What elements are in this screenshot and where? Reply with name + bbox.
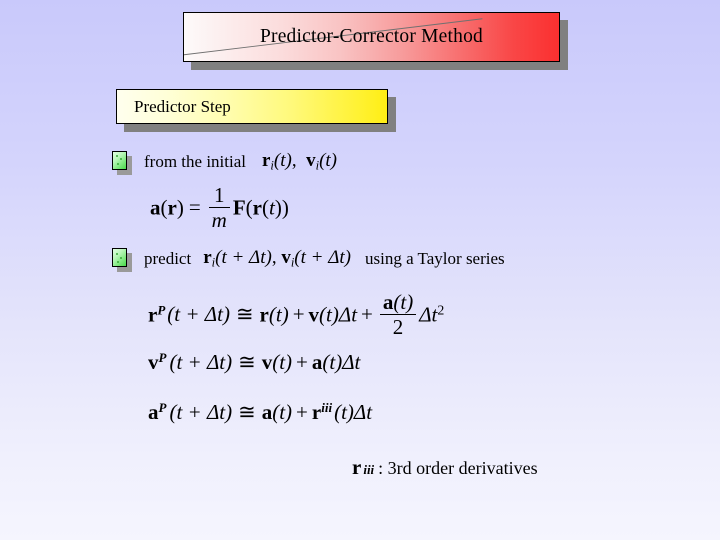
eq2-term2-delta-t: Δt	[338, 302, 358, 327]
subtitle-label: Predictor Step	[134, 96, 231, 116]
math-symbol-v: v	[306, 150, 316, 171]
eq1-paren-close: )	[176, 195, 184, 220]
eq4-relation-approx: ≅	[238, 400, 256, 424]
eq2-term1-symbol-r: r	[259, 302, 269, 327]
math2-arg-t-plus-dt-2: (t + Δt)	[294, 247, 351, 268]
eq2-fraction-denominator: 2	[392, 315, 404, 340]
eq2-tail-exponent: 2	[437, 302, 445, 318]
eq4-plus-1: +	[296, 400, 308, 424]
bullet-label-predict: predict	[144, 248, 192, 268]
math2-comma: ,	[271, 247, 277, 268]
math2-symbol-v: v	[281, 247, 291, 268]
eq1-rhs-symbol-F: F	[232, 195, 246, 220]
bullet-square-icon	[112, 150, 132, 175]
bullet-square-icon-2	[112, 247, 132, 272]
eq2-fraction-a-over-2: a(t) 2	[379, 290, 417, 340]
eq3-term1-symbol-v: v	[261, 350, 273, 374]
eq2-relation-approx: ≅	[235, 302, 254, 327]
eq4-lhs-argument: (t + Δt)	[169, 400, 233, 424]
eq1-lhs-arg-r: r	[167, 195, 177, 220]
eq2-term2-argument: (t)	[319, 302, 339, 327]
eq3-lhs-superscript-P: P	[158, 350, 167, 366]
eq3-term2-delta-t: Δt	[342, 350, 361, 374]
math2-arg-t-plus-dt: (t + Δt)	[215, 247, 272, 268]
eq4-term2-symbol-r: r	[311, 400, 322, 424]
footnote-symbol-r: r	[352, 455, 362, 479]
bullet-label-from-the-initial: from the initial	[144, 151, 246, 171]
math-comma: ,	[291, 150, 297, 171]
eq4-lhs-superscript-P: P	[158, 400, 167, 416]
eq3-relation-approx: ≅	[238, 350, 256, 374]
math2-symbol-r: r	[203, 247, 212, 268]
eq2-tail-delta-t: Δt	[419, 302, 438, 327]
subtitle-box: Predictor Step	[116, 89, 388, 124]
math-arg-t-2: (t)	[319, 150, 338, 171]
bullet-row-from-the-initial: from the initial ri(t), vi(t)	[112, 150, 337, 175]
eq3-term2-symbol-a: a	[311, 350, 323, 374]
eq4-term1-argument: (t)	[272, 400, 293, 424]
title-box: Predictor-Corrector Method	[183, 12, 560, 62]
eq1-fraction-one-over-m: 1m	[208, 183, 230, 233]
slide-canvas: Predictor-Corrector Method Predictor Ste…	[0, 0, 720, 540]
eq4-term2-superscript-iii: iii	[321, 400, 333, 416]
equation-predicted-velocity: vP (t + Δt) ≅ v(t) + a(t)Δt	[148, 350, 360, 375]
eq4-term2-argument: (t)	[334, 400, 354, 424]
equation-predicted-position: rP(t + Δt) ≅ r(t) + v(t)Δt + a(t) 2 Δt2	[148, 290, 445, 340]
bullet-trailing-label-taylor: using a Taylor series	[364, 248, 505, 268]
eq2-plus-2: +	[361, 302, 373, 327]
eq4-term2-delta-t: Δt	[353, 400, 373, 424]
eq1-relation-equals: =	[188, 195, 201, 220]
eq3-lhs-argument: (t + Δt)	[169, 350, 233, 374]
eq4-lhs-symbol-a: a	[148, 400, 159, 424]
eq2-plus-1: +	[292, 302, 305, 327]
math-predicted-quantities: ri(t + Δt), vi(t + Δt)	[203, 247, 351, 271]
eq2-term2-symbol-v: v	[308, 302, 320, 327]
eq1-rhs-argument: (r(t))	[245, 195, 289, 220]
footnote-label: : 3rd order derivatives	[378, 458, 538, 478]
footnote-superscript-iii: iii	[363, 462, 375, 477]
eq2-fraction-numerator: a(t)	[382, 290, 414, 315]
eq2-lhs-superscript-P: P	[157, 302, 166, 318]
eq2-lhs-symbol-r: r	[148, 302, 158, 327]
eq2-term1-argument: (t)	[268, 302, 289, 327]
equation-acceleration-definition: a(r) = 1 m F(r(t))	[150, 183, 289, 233]
eq3-lhs-symbol-v: v	[148, 350, 159, 374]
eq2-lhs-argument: (t + Δt)	[167, 302, 230, 327]
equation-predicted-acceleration: aP (t + Δt) ≅ a(t) + riii(t)Δt	[148, 400, 372, 425]
eq1-fraction-denominator: m	[211, 208, 227, 233]
eq1-lhs-symbol-a: a	[150, 195, 161, 220]
eq3-term2-argument: (t)	[322, 350, 343, 374]
eq4-term1-symbol-a: a	[261, 400, 273, 424]
eq1-paren-open: (	[160, 195, 168, 220]
page-title: Predictor-Corrector Method	[259, 26, 484, 47]
footnote-third-order-derivatives: r iii: 3rd order derivatives	[352, 455, 538, 480]
eq3-term1-argument: (t)	[272, 350, 293, 374]
math-arg-t: (t)	[273, 150, 292, 171]
eq1-fraction-numerator: 1	[214, 183, 225, 208]
eq3-plus-1: +	[296, 350, 308, 374]
math-initial-conditions: ri(t), vi(t)	[262, 150, 337, 174]
bullet-row-predict: predict ri(t + Δt), vi(t + Δt) using a T…	[112, 247, 505, 272]
